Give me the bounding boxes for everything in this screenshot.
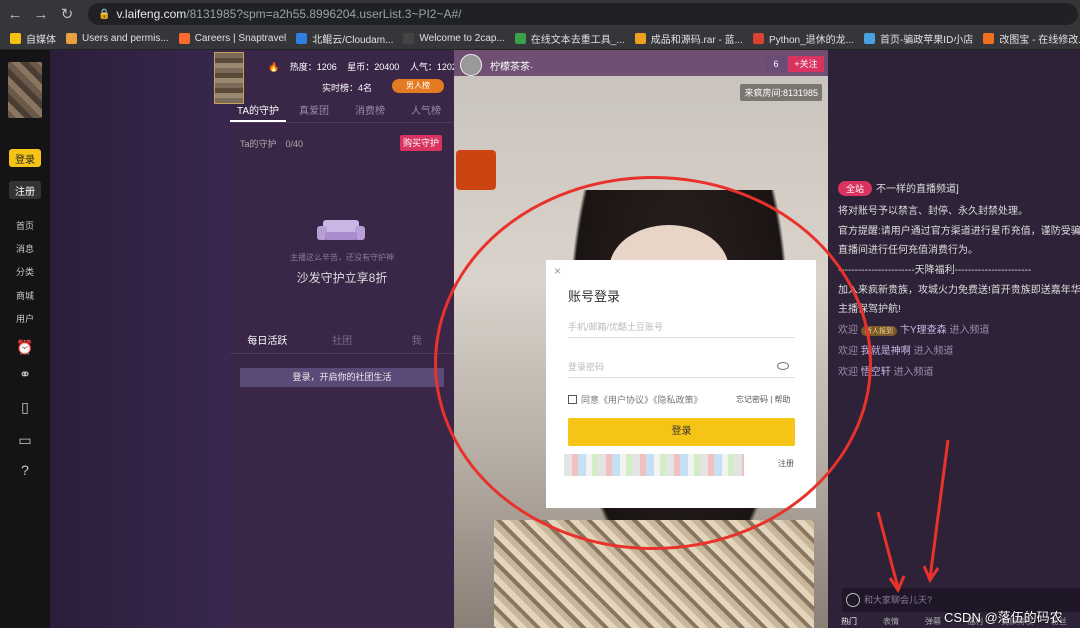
- chat-divider: -----------------------天降福利-------------…: [838, 265, 1032, 276]
- tab-club[interactable]: 社团: [305, 330, 380, 353]
- bookmark-favicon-icon: [752, 33, 764, 44]
- nav-item-user[interactable]: 用户: [0, 312, 50, 325]
- mobile-icon[interactable]: ▯: [15, 397, 35, 417]
- anchor-stats: 🔥 热度：1206 星币：20400 人气：12020: [268, 60, 470, 73]
- welcome-user[interactable]: 卞Y理查森: [900, 325, 947, 336]
- bookmark-label: 自媒体: [26, 35, 56, 46]
- bookmark-item[interactable]: 在线文本去重工具_...: [514, 31, 625, 46]
- emoji-icon[interactable]: [846, 593, 860, 607]
- club-login-button[interactable]: 登录，开启你的社团生活: [240, 368, 444, 387]
- follow-count: 6: [766, 56, 786, 72]
- bookmark-label: 北鲲云/Cloudam...: [312, 35, 394, 46]
- follow-button[interactable]: +关注: [788, 56, 824, 72]
- buy-guard-button[interactable]: 购买守护: [400, 135, 442, 151]
- bookmark-label: 成品和源码.rar - 蓝...: [650, 35, 743, 46]
- nav-item-category[interactable]: 分类: [0, 265, 50, 278]
- guard-hint: 主播这么辛苦，还没有守护神: [290, 253, 394, 262]
- reload-icon[interactable]: ↻: [56, 3, 78, 25]
- annotation-circle: [434, 176, 872, 550]
- rank-button[interactable]: 男人榜: [392, 79, 444, 93]
- welcome-suffix: 进入频道: [949, 325, 990, 336]
- guard-tabs: TA的守护 真爱团 消费榜 人气榜: [230, 101, 454, 123]
- bookmark-favicon-icon: [514, 33, 526, 44]
- welcome-suffix: 进入频道: [913, 346, 954, 357]
- sofa-icon: [317, 220, 365, 240]
- activity-badge-icon[interactable]: [456, 150, 496, 190]
- bookmark-favicon-icon: [983, 33, 995, 44]
- url-path: /8131985?spm=a2h55.8996204.userList.3~PI…: [186, 7, 462, 21]
- bookmark-item[interactable]: 首页-骗政苹果ID小店: [863, 31, 974, 46]
- bookmark-label: 改图宝 - 在线修改...: [999, 35, 1080, 46]
- tab-fans[interactable]: 真爱团: [286, 101, 342, 122]
- tab-spend-rank[interactable]: 消费榜: [342, 101, 398, 122]
- bookmark-label: 在线文本去重工具_...: [530, 35, 625, 46]
- bookmarks-bar: 自媒体 Users and permis... Careers | Snaptrav…: [0, 28, 1080, 50]
- video-header: 柠檬茶茶· 6 +关注: [454, 50, 828, 76]
- tab-popularity-rank[interactable]: 人气榜: [398, 101, 454, 122]
- chat-line: 加入来疯新贵族，攻城火力免费送!首开贵族即送嘉年华: [838, 285, 1080, 296]
- bookmark-favicon-icon: [10, 33, 21, 44]
- watermark: CSDN @落伍的码农: [944, 610, 1063, 625]
- bookmark-item[interactable]: 改图宝 - 在线修改...: [983, 31, 1080, 46]
- rank-value: 实时榜：4名: [322, 83, 373, 93]
- nav-item-home[interactable]: 首页: [0, 219, 50, 232]
- tab-emoji[interactable]: 表情: [870, 616, 912, 628]
- chat-line: 将对账号予以禁言、封停、永久封禁处理。: [838, 206, 1028, 217]
- alarm-icon[interactable]: ⏰: [15, 337, 35, 357]
- welcome-suffix: 进入频道: [893, 367, 934, 378]
- bookmark-item[interactable]: 成品和源码.rar - 蓝...: [634, 31, 743, 46]
- anchor-avatar[interactable]: [214, 52, 244, 104]
- bookmark-label: Welcome to 2cap...: [419, 33, 505, 44]
- left-nav: 登录 注册 首页 消息 分类 商城 用户 ⏰ ⚭ ▯ ▭ ?: [0, 50, 50, 628]
- annotation-arrows: [876, 440, 950, 594]
- bookmark-favicon-icon: [178, 33, 190, 44]
- bookmark-favicon-icon: [296, 33, 308, 44]
- address-bar[interactable]: 🔒 v.laifeng.com /8131985?spm=a2h55.89962…: [88, 3, 1078, 25]
- nav-item-mall[interactable]: 商城: [0, 289, 50, 302]
- activity-tabs: 每日活跃 社团 我: [230, 330, 454, 354]
- forward-icon[interactable]: →: [30, 3, 52, 25]
- bookmark-label: Users and permis...: [82, 33, 169, 44]
- bookmark-favicon-icon: [863, 33, 875, 44]
- tab-daily-active[interactable]: 每日活跃: [230, 330, 305, 353]
- avatar[interactable]: [8, 62, 42, 118]
- help-icon[interactable]: ?: [15, 460, 35, 480]
- chat-text: 不一样的直播频道]: [876, 184, 959, 195]
- bookmark-label: Careers | Snaptravel: [194, 33, 287, 44]
- chat-line: 官方提醒:请用户通过官方渠道进行星币充值，谨防受骗: [838, 226, 1080, 237]
- tab-guard[interactable]: TA的守护: [230, 101, 286, 122]
- bookmark-favicon-icon: [634, 33, 646, 44]
- login-button[interactable]: 登录: [9, 149, 41, 167]
- bookmark-label: 首页-骗政苹果ID小店: [879, 35, 974, 46]
- nav-item-messages[interactable]: 消息: [0, 242, 50, 255]
- bookmark-item[interactable]: 自媒体: [10, 31, 56, 46]
- chat-line: 直播间进行任何充值消费行为。: [838, 245, 978, 256]
- tab-hot[interactable]: 热门: [828, 616, 870, 628]
- bookmark-item[interactable]: 北鲲云/Cloudam...: [296, 31, 393, 46]
- bookmark-item[interactable]: Careers | Snaptravel: [178, 33, 287, 44]
- browser-toolbar: ← → ↻ 🔒 v.laifeng.com /8131985?spm=a2h55…: [0, 0, 1080, 28]
- chat-announcement: 全站 不一样的直播频道]: [838, 180, 959, 196]
- desktop-icon[interactable]: ▭: [15, 430, 35, 450]
- room-id: 来疯房间:8131985: [740, 84, 822, 101]
- url-host: v.laifeng.com: [116, 7, 187, 21]
- back-icon[interactable]: ←: [4, 3, 26, 25]
- bookmark-item[interactable]: Welcome to 2cap...: [403, 33, 505, 44]
- fire-icon: 🔥: [268, 62, 280, 72]
- bookmark-favicon-icon: [66, 33, 77, 44]
- lock-icon: 🔒: [98, 8, 111, 20]
- heat-value: 热度：1206: [289, 62, 337, 72]
- host-name: 柠檬茶茶·: [490, 62, 534, 73]
- share-icon[interactable]: ⚭: [15, 364, 35, 384]
- host-avatar[interactable]: [460, 54, 482, 76]
- bookmark-label: Python_退休的龙...: [768, 35, 854, 46]
- bookmark-item[interactable]: Users and permis...: [66, 33, 169, 44]
- site-wide-badge: 全站: [838, 181, 873, 196]
- bookmark-favicon-icon: [403, 33, 415, 44]
- register-button[interactable]: 注册: [9, 181, 41, 199]
- coins-value: 星币：20400: [347, 62, 400, 72]
- bookmark-item[interactable]: Python_退休的龙...: [752, 31, 854, 46]
- sofa-promo: 沙发守护立享8折: [296, 271, 388, 285]
